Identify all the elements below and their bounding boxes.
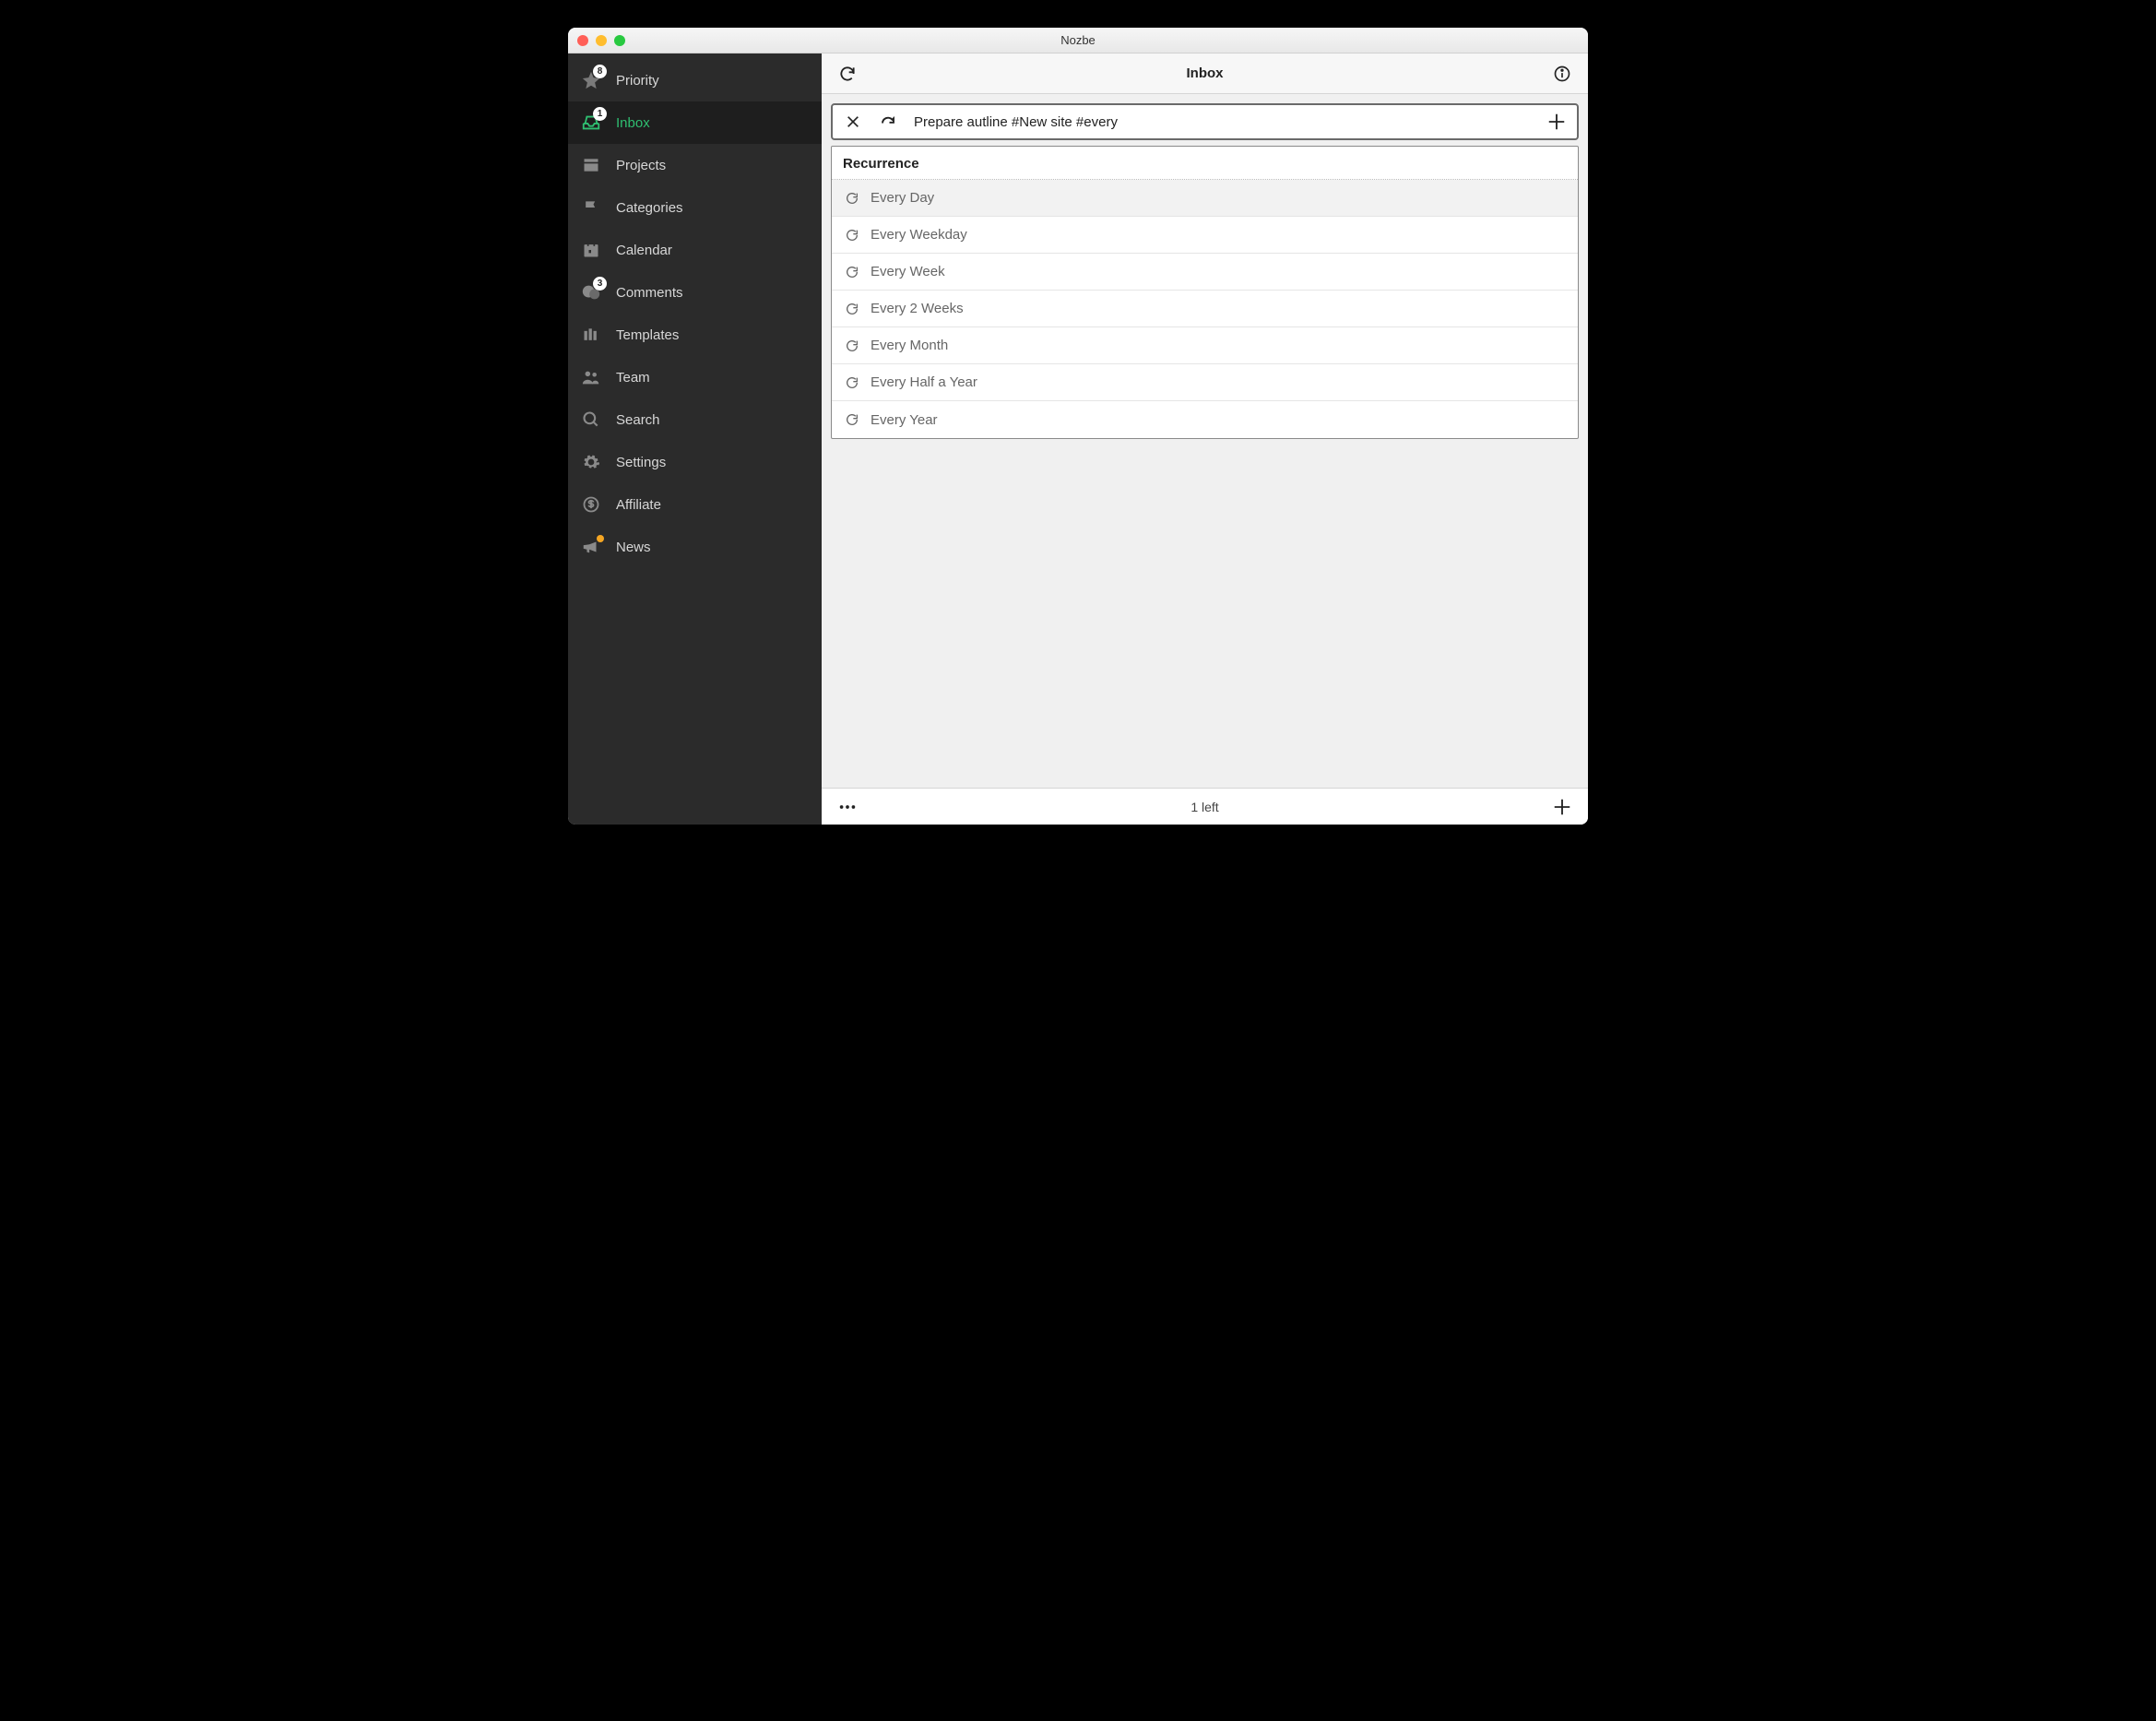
recurrence-dropdown: Recurrence Every Day Every Weekday Every…	[831, 146, 1579, 439]
sidebar-item-affiliate[interactable]: Affiliate	[568, 483, 822, 526]
comments-badge: 3	[593, 277, 607, 291]
sidebar-item-priority[interactable]: 8 Priority	[568, 59, 822, 101]
window-controls	[577, 35, 625, 46]
priority-badge: 8	[593, 65, 607, 78]
recurrence-icon	[845, 302, 859, 316]
sidebar-item-label: Priority	[616, 73, 659, 89]
toolbar: Inbox	[822, 53, 1588, 94]
recurrence-option-every-year[interactable]: Every Year	[832, 401, 1578, 438]
content-spacer	[822, 439, 1588, 788]
option-label: Every Month	[871, 338, 948, 353]
sidebar-item-projects[interactable]: Projects	[568, 144, 822, 186]
sidebar-item-templates[interactable]: Templates	[568, 314, 822, 356]
recurrence-option-every-2-weeks[interactable]: Every 2 Weeks	[832, 291, 1578, 327]
option-label: Every Half a Year	[871, 374, 977, 390]
maximize-window-button[interactable]	[614, 35, 625, 46]
sidebar-item-inbox[interactable]: 1 Inbox	[568, 101, 822, 144]
sidebar-item-news[interactable]: News	[568, 526, 822, 568]
megaphone-icon	[581, 537, 601, 557]
sidebar-item-label: Search	[616, 412, 660, 428]
option-label: Every Week	[871, 264, 945, 279]
sidebar-item-label: News	[616, 540, 651, 555]
recurrence-option-every-week[interactable]: Every Week	[832, 254, 1578, 291]
redo-icon[interactable]	[875, 109, 901, 135]
option-label: Every Weekday	[871, 227, 967, 243]
sidebar-item-label: Categories	[616, 200, 683, 216]
recurrence-option-every-weekday[interactable]: Every Weekday	[832, 217, 1578, 254]
app-window: Nozbe 8 Priority 1 Inbox	[568, 28, 1588, 825]
recurrence-icon	[845, 265, 859, 279]
close-input-button[interactable]	[840, 109, 866, 135]
task-input-row	[831, 103, 1579, 140]
comments-icon: 3	[581, 282, 601, 303]
app-body: 8 Priority 1 Inbox Projects	[568, 53, 1588, 825]
news-dot	[597, 535, 604, 542]
page-title: Inbox	[860, 65, 1549, 81]
sidebar-item-label: Team	[616, 370, 650, 386]
sidebar-item-categories[interactable]: Categories	[568, 186, 822, 229]
recurrence-icon	[845, 375, 859, 390]
recurrence-icon	[845, 338, 859, 353]
inbox-icon: 1	[581, 113, 601, 133]
search-icon	[581, 409, 601, 430]
add-task-button[interactable]	[1544, 109, 1570, 135]
templates-icon	[581, 325, 601, 345]
main-panel: Inbox Recurrence	[822, 53, 1588, 825]
recurrence-icon	[845, 191, 859, 206]
sidebar-item-label: Calendar	[616, 243, 672, 258]
sync-button[interactable]	[835, 61, 860, 87]
projects-icon	[581, 155, 601, 175]
recurrence-option-every-day[interactable]: Every Day	[832, 180, 1578, 217]
dollar-icon	[581, 494, 601, 515]
titlebar: Nozbe	[568, 28, 1588, 53]
sidebar-item-settings[interactable]: Settings	[568, 441, 822, 483]
sidebar: 8 Priority 1 Inbox Projects	[568, 53, 822, 825]
option-label: Every Day	[871, 190, 934, 206]
sidebar-item-label: Settings	[616, 455, 666, 470]
recurrence-icon	[845, 412, 859, 427]
sidebar-item-search[interactable]: Search	[568, 398, 822, 441]
flag-icon	[581, 197, 601, 218]
calendar-icon	[581, 240, 601, 260]
recurrence-icon	[845, 228, 859, 243]
dropdown-header: Recurrence	[832, 147, 1578, 180]
sidebar-item-label: Inbox	[616, 115, 650, 131]
sidebar-item-label: Projects	[616, 158, 666, 173]
footer-status: 1 left	[860, 800, 1549, 814]
close-window-button[interactable]	[577, 35, 588, 46]
task-input[interactable]	[910, 114, 1534, 130]
team-icon	[581, 367, 601, 387]
recurrence-option-every-month[interactable]: Every Month	[832, 327, 1578, 364]
inbox-badge: 1	[593, 107, 607, 121]
sidebar-item-team[interactable]: Team	[568, 356, 822, 398]
recurrence-option-every-half-year[interactable]: Every Half a Year	[832, 364, 1578, 401]
sidebar-item-label: Affiliate	[616, 497, 661, 513]
footer-add-button[interactable]	[1549, 794, 1575, 820]
info-button[interactable]	[1549, 61, 1575, 87]
sidebar-item-label: Templates	[616, 327, 679, 343]
gear-icon	[581, 452, 601, 472]
minimize-window-button[interactable]	[596, 35, 607, 46]
footer-bar: 1 left	[822, 788, 1588, 825]
sidebar-item-label: Comments	[616, 285, 683, 301]
option-label: Every Year	[871, 412, 938, 428]
more-options-button[interactable]	[835, 794, 860, 820]
window-title: Nozbe	[568, 33, 1588, 47]
star-icon: 8	[581, 70, 601, 90]
option-label: Every 2 Weeks	[871, 301, 964, 316]
sidebar-item-calendar[interactable]: Calendar	[568, 229, 822, 271]
sidebar-item-comments[interactable]: 3 Comments	[568, 271, 822, 314]
